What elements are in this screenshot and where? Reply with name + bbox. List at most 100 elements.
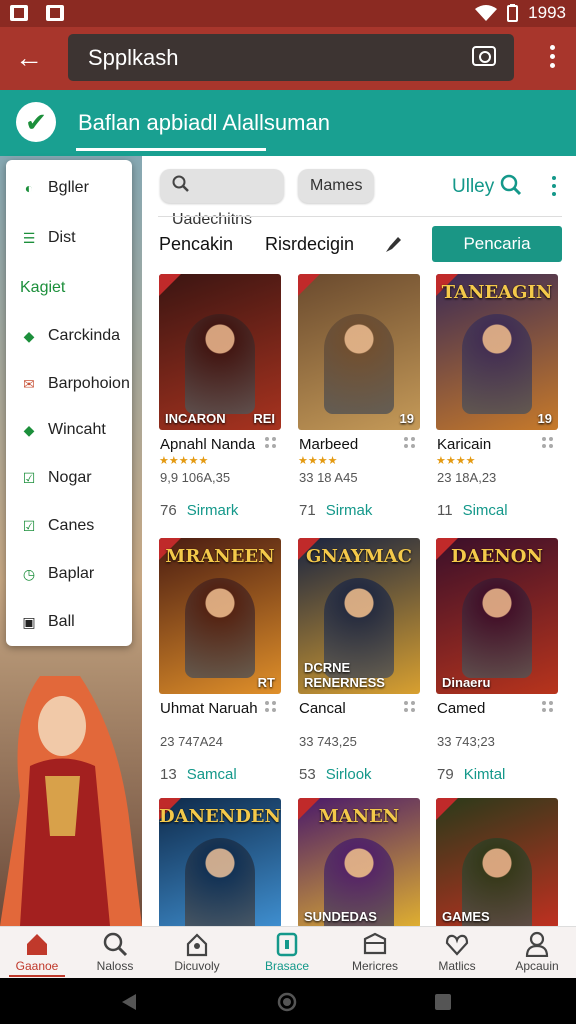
recents-square-icon[interactable] [433, 992, 453, 1012]
game-stats: 33 743;23 [437, 734, 495, 749]
character-illustration [324, 314, 394, 414]
nav-item-label: Gaanoe [15, 959, 59, 973]
monitor-icon: ▣ [22, 614, 36, 630]
game-count-row: 13 Samcal [160, 766, 237, 783]
nav-item[interactable]: Matlics [422, 931, 492, 973]
drawer-item[interactable]: ☑ Nogar [20, 464, 92, 492]
box-icon [274, 931, 300, 957]
game-card[interactable]: MANEN SUNDEDAS [298, 798, 422, 928]
search-input[interactable]: Spplkash [68, 34, 514, 81]
drawer-item-label: Bgller [48, 179, 89, 196]
search-icon[interactable] [500, 174, 522, 196]
game-title: Apnahl Nanda [160, 436, 256, 453]
game-card[interactable]: DANENDEN [159, 798, 283, 928]
game-cover-image[interactable]: MRANEEN RT [159, 538, 281, 694]
nav-item-label: Mericres [351, 959, 398, 973]
drawer-item[interactable]: ◐ Bgller [20, 174, 89, 202]
grip-dots-icon[interactable] [265, 437, 279, 451]
age-rating-badge: REI [253, 411, 275, 426]
tag-icon: ◆ [23, 328, 35, 344]
camera-icon[interactable] [472, 46, 496, 66]
clock-time: 1993 [528, 3, 566, 22]
game-card[interactable]: TANEAGIN 19 Karicain ★★★★ 23 18A,23 11 Simcal [436, 274, 560, 534]
home-circle-icon[interactable] [277, 992, 297, 1012]
count-label-link[interactable]: Kimtal [464, 766, 506, 783]
app-bar: ← Spplkash [0, 27, 576, 90]
drawer-item-label: Carckinda [48, 327, 121, 344]
game-count-row: 71 Sirmak [299, 502, 372, 519]
game-cover-image[interactable]: 19 [298, 274, 420, 430]
primary-button[interactable]: Pencaria [432, 226, 562, 262]
grip-dots-icon[interactable] [404, 701, 418, 715]
ribbon-badge [159, 274, 181, 296]
count-label-link[interactable]: Samcal [187, 766, 237, 783]
drawer-item[interactable]: ☰ Dist [20, 224, 76, 252]
character-illustration [462, 578, 532, 678]
search-icon [172, 175, 189, 192]
game-card[interactable]: DAENON Dinaeru Camed 33 743;23 79 Kimtal [436, 538, 560, 798]
count-label-link[interactable]: Sirlook [326, 766, 372, 783]
tag-icon: ◆ [23, 422, 35, 438]
nav-item[interactable]: Naloss [80, 931, 150, 973]
game-cover-image[interactable]: GNAYMAC DCRNE RENERNESS [298, 538, 420, 694]
count-label-link[interactable]: Simcal [463, 502, 508, 519]
game-card[interactable]: INCARON REI Apnahl Nanda ★★★★★ 9,9 106A,35 76… [159, 274, 283, 534]
filter-link[interactable]: Ulley [452, 176, 494, 198]
back-arrow-icon[interactable]: ← [14, 43, 44, 73]
ticket-icon [362, 931, 388, 957]
nav-item[interactable]: Dicuvoly [162, 931, 232, 973]
game-cover-image[interactable]: DANENDEN [159, 798, 281, 928]
game-card[interactable]: GNAYMAC DCRNE RENERNESS Cancal 33 743,25 53 S… [298, 538, 422, 798]
filter-chip-games[interactable]: Mames [298, 169, 374, 203]
grip-dots-icon[interactable] [404, 437, 418, 451]
game-card[interactable]: 19 Marbeed ★★★★ 33 18 A45 71 Sirmak [298, 274, 422, 534]
drawer-item[interactable]: Kagiet [20, 274, 65, 302]
drawer-item[interactable]: ◆ Carckinda [20, 322, 120, 350]
drawer-item[interactable]: ☑ Canes [20, 512, 95, 540]
count-label-link[interactable]: Sirmark [187, 502, 239, 519]
game-title: Karicain [437, 436, 492, 453]
drawer-item[interactable]: ✉ Barpohoion [20, 370, 130, 398]
game-cover-image[interactable]: GAMES [436, 798, 558, 928]
game-card[interactable]: MRANEEN RT Uhmat Naruah 23 747A24 13 Samcal [159, 538, 283, 798]
filter-chip-search[interactable]: Uadechitns [160, 169, 284, 228]
drawer-item[interactable]: ▣ Ball [20, 608, 74, 636]
house-outline-icon [184, 931, 210, 957]
bottom-navigation: Gaanoe Naloss Dicuvoly Brasace Mericres Matli… [0, 926, 576, 978]
promo-banner[interactable]: ✔ Baflan apbiadl Alallsuman [0, 90, 576, 156]
divider [158, 216, 562, 217]
nav-item[interactable]: Brasace [252, 931, 322, 973]
grip-dots-icon[interactable] [542, 437, 556, 451]
drawer-item[interactable]: ◆ Wincaht [20, 416, 106, 444]
back-triangle-icon[interactable] [120, 993, 138, 1011]
game-card[interactable]: GAMES [436, 798, 560, 928]
game-stats: 23 18A,23 [437, 470, 497, 485]
navigation-drawer: ◐ Bgller ☰ Dist Kagiet ◆ Carckinda ✉ Barpohoion ◆… [6, 160, 132, 646]
nav-item[interactable]: Mericres [340, 931, 410, 973]
more-options-icon[interactable] [552, 176, 556, 196]
search-value: Spplkash [88, 45, 179, 70]
game-cover-image[interactable]: MANEN SUNDEDAS [298, 798, 420, 928]
character-illustration [185, 578, 255, 678]
chip-label: Mames [310, 177, 363, 194]
game-cover-image[interactable]: INCARON REI [159, 274, 281, 430]
pen-icon[interactable] [384, 234, 404, 254]
rating-stars: ★★★★ [436, 455, 476, 467]
main-content: Uadechitns Mames Ulley Pencakin Risrdeci… [142, 156, 576, 928]
grip-dots-icon[interactable] [265, 701, 279, 715]
cover-title: MRANEEN [165, 546, 275, 567]
tab-pencakin[interactable]: Pencakin [159, 234, 233, 255]
game-title: Marbeed [299, 436, 359, 453]
drawer-item[interactable]: ◷ Baplar [20, 560, 94, 588]
tab-risrdecigin[interactable]: Risrdecigin [265, 234, 354, 255]
list-icon: ☰ [22, 230, 36, 246]
count-label-link[interactable]: Sirmak [326, 502, 373, 519]
game-title: Cancal [299, 700, 346, 717]
nav-item[interactable]: Gaanoe [2, 931, 72, 977]
overflow-menu-icon[interactable] [550, 45, 556, 68]
nav-item[interactable]: Apcauin [502, 931, 572, 973]
game-cover-image[interactable]: TANEAGIN 19 [436, 274, 558, 430]
grip-dots-icon[interactable] [542, 701, 556, 715]
game-cover-image[interactable]: DAENON Dinaeru [436, 538, 558, 694]
ribbon-badge [298, 274, 320, 296]
